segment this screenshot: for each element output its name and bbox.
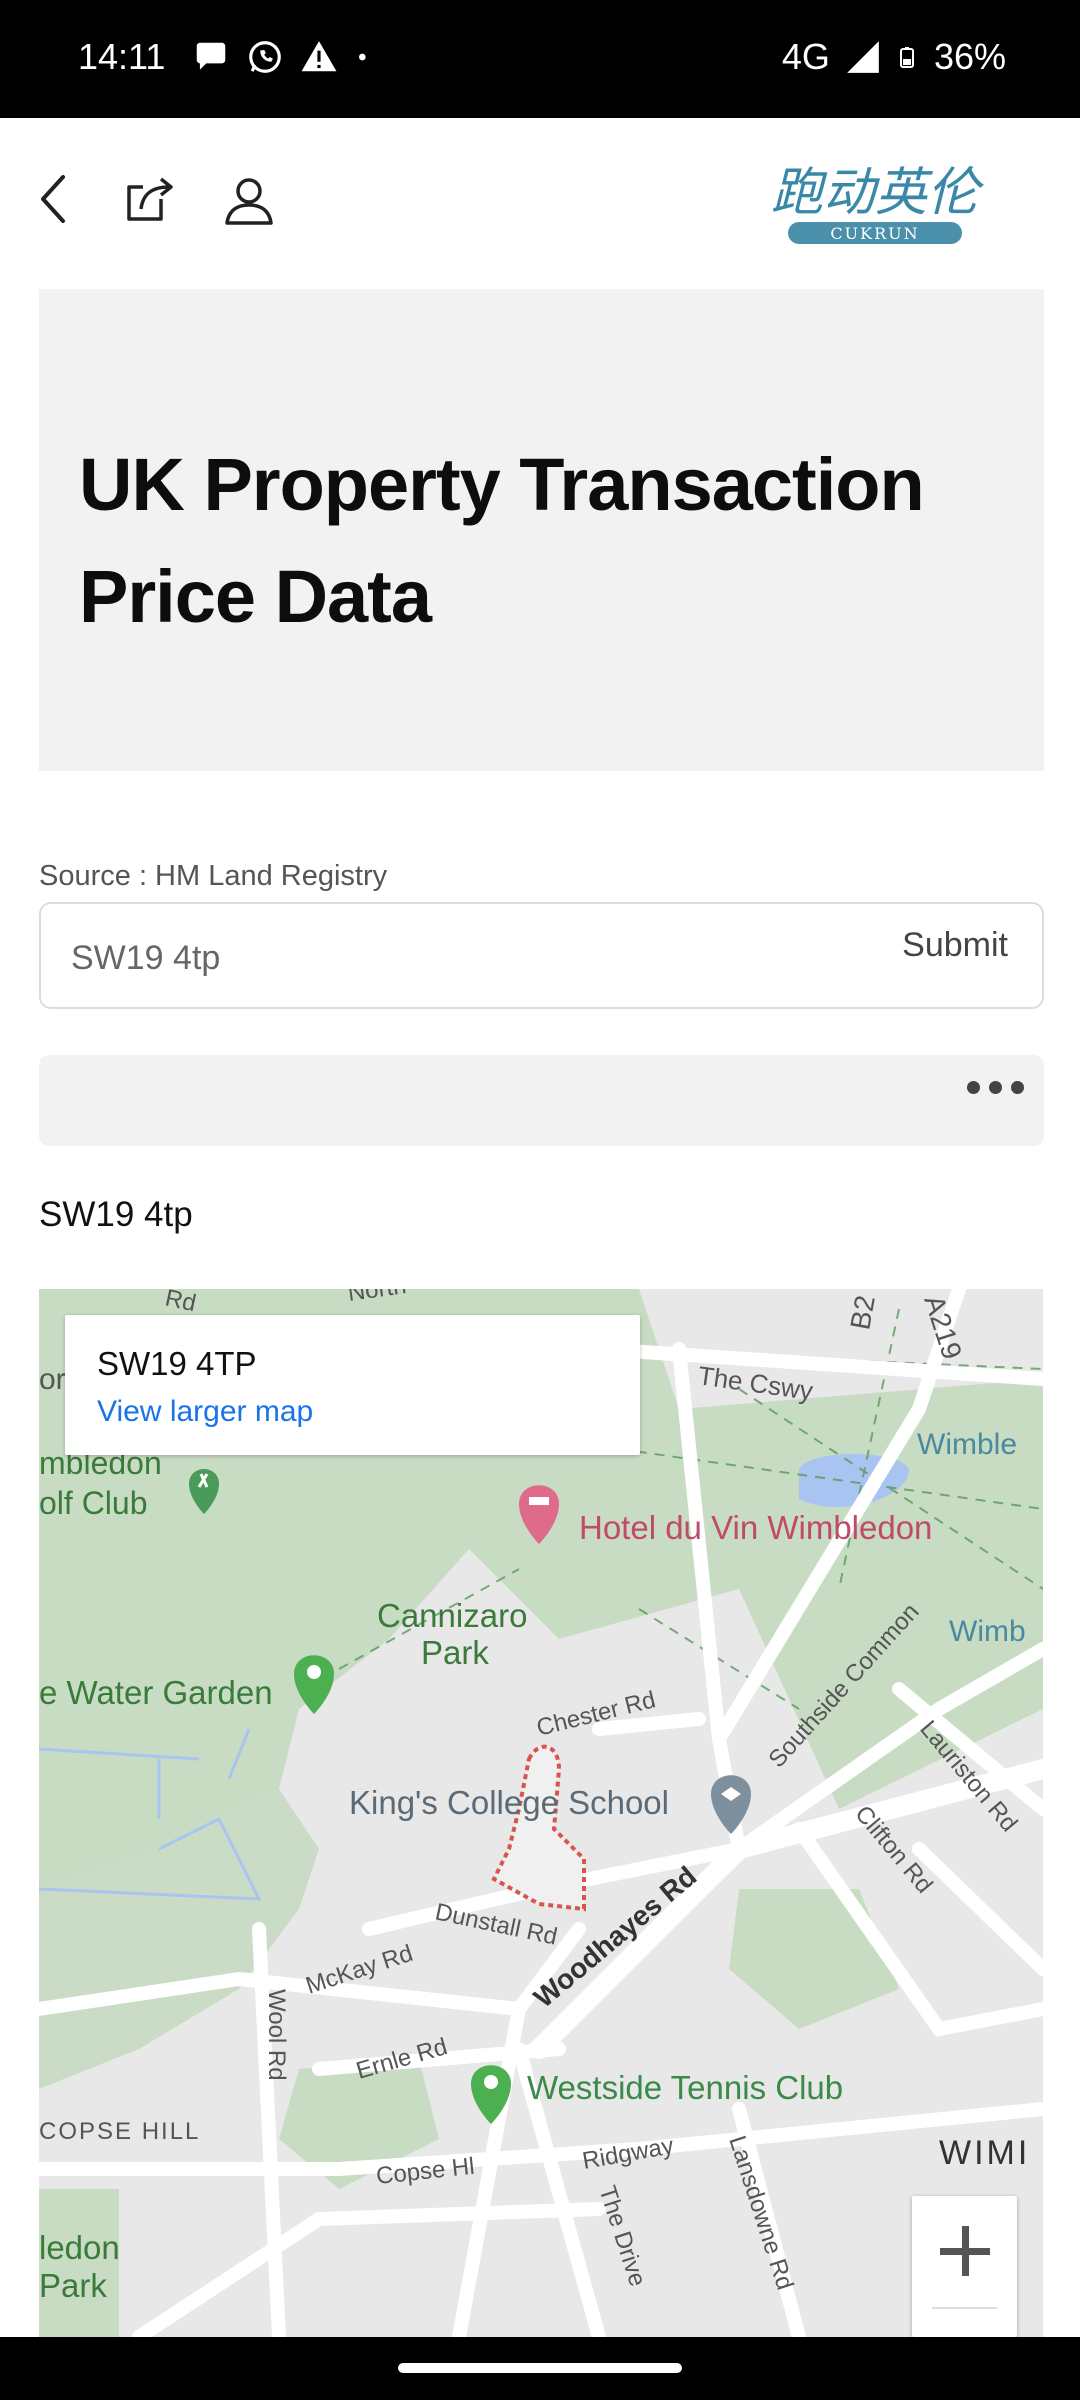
profile-button[interactable] — [214, 164, 284, 234]
status-time: 14:11 — [78, 36, 166, 77]
svg-text:Wimb: Wimb — [949, 1615, 1026, 1648]
postcode-search-box: Submit — [39, 902, 1044, 1009]
top-nav: 跑动英伦 CUKRUN — [0, 118, 1080, 288]
notification-icons — [192, 38, 374, 76]
back-button[interactable] — [18, 164, 88, 234]
svg-text:Wool Rd: Wool Rd — [263, 1989, 290, 2081]
share-icon — [127, 177, 173, 221]
view-larger-map-link[interactable]: View larger map — [97, 1395, 313, 1429]
data-source: Source : HM Land Registry — [39, 860, 388, 892]
svg-text:Wimble: Wimble — [917, 1428, 1017, 1461]
more-options-icon[interactable] — [967, 1081, 1024, 1094]
dot-icon — [359, 53, 366, 61]
svg-text:Westside Tennis Club: Westside Tennis Club — [527, 2069, 843, 2106]
svg-text:WIMI: WIMI — [939, 2134, 1030, 2172]
whatsapp-icon — [249, 41, 281, 73]
map-card-title: SW19 4TP — [97, 1345, 257, 1382]
svg-text:Hotel du Vin Wimbledon: Hotel du Vin Wimbledon — [579, 1509, 932, 1546]
status-bar: 14:11 4G 36% — [0, 0, 1080, 118]
zoom-divider — [932, 2307, 997, 2309]
submit-button[interactable]: Submit — [902, 926, 1008, 965]
network-type: 4G — [781, 36, 830, 77]
svg-text:King's College School: King's College School — [349, 1784, 669, 1821]
warning-icon — [301, 41, 337, 72]
svg-text:or: or — [39, 1363, 66, 1396]
signal-icon — [847, 41, 879, 73]
zoom-in-button[interactable] — [912, 2196, 1017, 2337]
postcode-input[interactable] — [71, 934, 831, 982]
map-view[interactable]: The Cswy Wimble mbledon olf Club Hotel d… — [39, 1289, 1043, 2337]
home-indicator[interactable] — [398, 2363, 682, 2373]
battery-icon — [899, 47, 914, 68]
system-icons: 4G 36% — [782, 36, 1006, 78]
back-arrow-icon — [41, 175, 65, 223]
message-icon — [196, 42, 226, 70]
page-header: UK Property Transaction Price Data — [39, 289, 1044, 771]
map-info-card: SW19 4TP View larger map — [65, 1315, 640, 1455]
share-button[interactable] — [114, 164, 184, 234]
logo-subtext: CUKRUN — [830, 224, 919, 243]
cukrun-logo[interactable]: 跑动英伦 CUKRUN — [760, 158, 990, 250]
svg-text:olf Club: olf Club — [39, 1485, 148, 1521]
plus-icon — [940, 2226, 990, 2276]
svg-text:Park: Park — [421, 1634, 489, 1671]
svg-text:B2: B2 — [844, 1293, 880, 1332]
svg-text:Cannizaro: Cannizaro — [377, 1597, 527, 1634]
profile-icon — [225, 178, 273, 225]
navigation-bar — [0, 2337, 1080, 2400]
svg-text:ledon: ledon — [39, 2229, 120, 2266]
battery-level: 36% — [933, 36, 1006, 77]
page-title: UK Property Transaction Price Data — [79, 443, 925, 638]
result-postcode: SW19 4tp — [39, 1195, 193, 1234]
svg-text:Park: Park — [39, 2267, 107, 2304]
options-bar — [39, 1055, 1044, 1146]
svg-text:e Water Garden: e Water Garden — [39, 1674, 273, 1711]
svg-text:COPSE HILL: COPSE HILL — [39, 2118, 200, 2145]
logo-text: 跑动英伦 — [771, 163, 984, 223]
